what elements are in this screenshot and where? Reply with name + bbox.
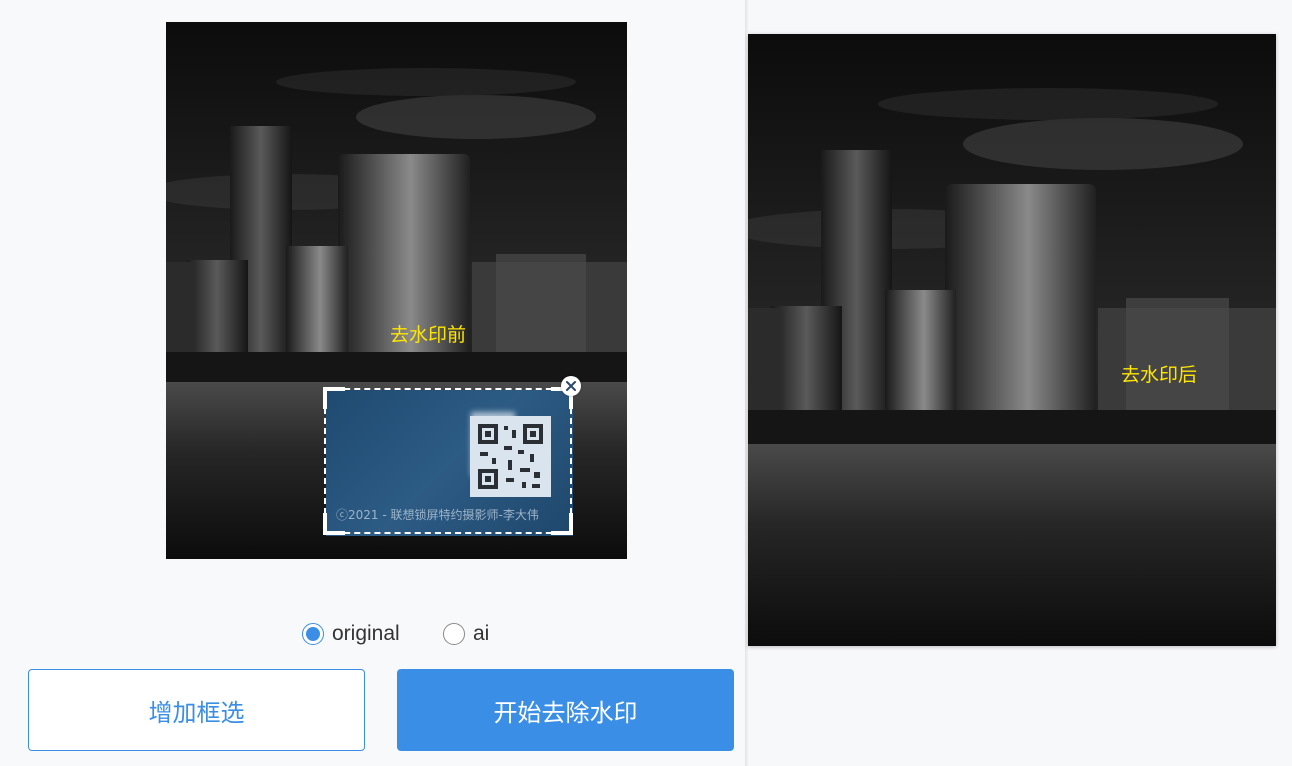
radio-original-indicator[interactable] — [302, 623, 324, 645]
start-remove-watermark-button[interactable]: 开始去除水印 — [397, 669, 734, 751]
close-icon — [566, 381, 576, 391]
resize-handle-bottom-right[interactable] — [551, 513, 573, 535]
selection-box[interactable] — [323, 387, 573, 535]
radio-ai[interactable]: ai — [443, 618, 489, 650]
add-selection-button[interactable]: 增加框选 — [28, 669, 365, 751]
city-photo-result — [748, 34, 1276, 646]
result-pane: 去水印后 — [748, 0, 1292, 766]
original-image: 去水印前 ⓒ2021 - 联想锁屏特约摄影师-李大伟 — [166, 22, 627, 559]
resize-handle-bottom-left[interactable] — [323, 513, 345, 535]
resize-handle-top-left[interactable] — [323, 387, 345, 409]
result-image: 去水印后 — [748, 34, 1276, 646]
after-caption: 去水印后 — [1121, 364, 1198, 386]
radio-ai-label: ai — [473, 622, 490, 645]
editor-pane: 去水印前 ⓒ2021 - 联想锁屏特约摄影师-李大伟 original ai 增… — [0, 0, 745, 766]
radio-original-label: original — [332, 622, 400, 645]
mode-selector: original ai — [0, 618, 745, 650]
radio-ai-indicator[interactable] — [443, 623, 465, 645]
close-selection-button[interactable] — [561, 376, 581, 396]
radio-original[interactable]: original — [302, 618, 400, 650]
before-caption: 去水印前 — [390, 324, 467, 346]
